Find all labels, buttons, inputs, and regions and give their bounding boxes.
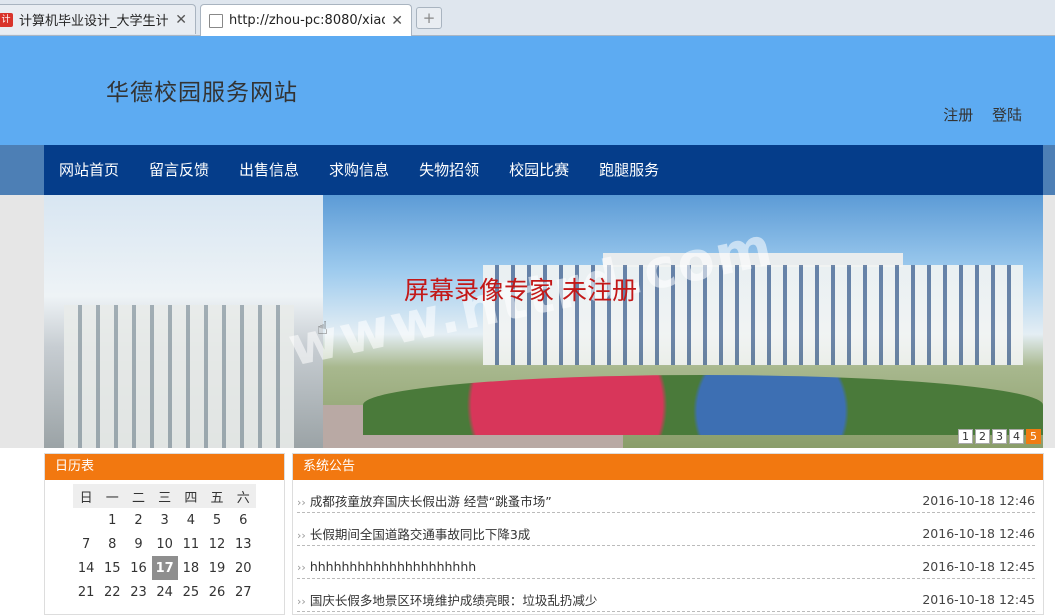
calendar-day[interactable]: 4 <box>178 508 204 532</box>
notice-date: 2016-10-18 12:45 <box>922 558 1035 574</box>
weekday-label: 一 <box>99 484 126 508</box>
pager-button-5[interactable]: 5 <box>1026 429 1041 444</box>
calendar-day[interactable]: 27 <box>230 580 256 604</box>
building-image <box>64 305 294 448</box>
notice-link[interactable]: hhhhhhhhhhhhhhhhhhhhh <box>297 559 476 574</box>
nav-item-lost-found[interactable]: 失物招领 <box>404 145 494 195</box>
red-page-icon: 计 <box>0 12 13 27</box>
calendar-day[interactable]: 6 <box>230 508 256 532</box>
tab-title: http://zhou-pc:8080/xiaofu/i <box>229 13 385 28</box>
browser-tab-1[interactable]: 计 计算机毕业设计_大学生计算机 ✕ <box>0 4 196 34</box>
weekday-label: 二 <box>125 484 152 508</box>
calendar-table: 日 一 二 三 四 五 六 1 2 3 4 5 6 7 8 9 10 11 12… <box>73 484 257 604</box>
calendar-day[interactable]: 10 <box>152 532 178 556</box>
site-header: 华德校园服务网站 注册 登陆 <box>0 36 1055 145</box>
calendar-day[interactable]: 22 <box>99 580 125 604</box>
calendar-day[interactable]: 19 <box>204 556 230 580</box>
calendar-day[interactable]: 16 <box>125 556 151 580</box>
list-item[interactable]: 成都孩童放弃国庆长假出游 经营“跳蚤市场” 2016-10-18 12:46 <box>297 480 1035 513</box>
login-link[interactable]: 登陆 <box>992 106 1022 124</box>
nav-item-home[interactable]: 网站首页 <box>44 145 134 195</box>
calendar-day[interactable]: 7 <box>73 532 99 556</box>
calendar-panel: 日历表 日 一 二 三 四 五 六 1 2 3 4 5 6 7 8 9 10 1… <box>44 453 285 615</box>
notice-link[interactable]: 长假期间全国道路交通事故同比下降3成 <box>297 524 530 543</box>
calendar-day[interactable]: 24 <box>152 580 178 604</box>
list-item[interactable]: hhhhhhhhhhhhhhhhhhhhh 2016-10-18 12:45 <box>297 546 1035 579</box>
notice-date: 2016-10-18 12:46 <box>922 492 1035 508</box>
calendar-day[interactable]: 5 <box>204 508 230 532</box>
calendar-day-today[interactable]: 17 <box>151 556 178 580</box>
calendar-day[interactable]: 25 <box>178 580 204 604</box>
hand-cursor-icon: ☝ <box>317 318 328 339</box>
nav-bar-wrap: 网站首页 留言反馈 出售信息 求购信息 失物招领 校园比赛 跑腿服务 <box>0 145 1055 195</box>
notice-link[interactable]: 成都孩童放弃国庆长假出游 经营“跳蚤市场” <box>297 491 552 510</box>
list-item[interactable]: 国庆长假多地景区环境维护成绩亮眼：垃圾乱扔减少 2016-10-18 12:45 <box>297 579 1035 612</box>
notice-title: 系统公告 <box>293 454 1043 480</box>
main-nav: 网站首页 留言反馈 出售信息 求购信息 失物招领 校园比赛 跑腿服务 <box>44 145 1043 195</box>
list-item[interactable]: 长假期间全国道路交通事故同比下降3成 2016-10-18 12:46 <box>297 513 1035 546</box>
calendar-day[interactable]: 15 <box>99 556 125 580</box>
notice-date: 2016-10-18 12:45 <box>922 591 1035 607</box>
notice-date: 2016-10-18 12:46 <box>922 525 1035 541</box>
calendar-day[interactable]: 21 <box>73 580 99 604</box>
close-icon[interactable]: ✕ <box>391 13 403 29</box>
notice-list: 成都孩童放弃国庆长假出游 经营“跳蚤市场” 2016-10-18 12:46 长… <box>293 480 1043 612</box>
calendar-day[interactable]: 3 <box>152 508 178 532</box>
browser-tab-strip: 计 计算机毕业设计_大学生计算机 ✕ http://zhou-pc:8080/x… <box>0 0 1055 36</box>
weekday-label: 六 <box>230 484 257 508</box>
pager-button-1[interactable]: 1 <box>958 429 973 444</box>
calendar-day[interactable]: 1 <box>99 508 125 532</box>
flowerbed-image <box>363 375 1043 435</box>
calendar-day[interactable]: 11 <box>178 532 204 556</box>
nav-item-errands[interactable]: 跑腿服务 <box>584 145 674 195</box>
register-link[interactable]: 注册 <box>943 106 973 124</box>
site-title: 华德校园服务网站 <box>106 80 298 106</box>
close-icon[interactable]: ✕ <box>175 12 187 28</box>
campus-photo-left <box>44 195 323 448</box>
tab-title: 计算机毕业设计_大学生计算机 <box>19 14 169 29</box>
new-tab-button[interactable]: + <box>416 7 442 29</box>
nav-item-feedback[interactable]: 留言反馈 <box>134 145 224 195</box>
pager-button-4[interactable]: 4 <box>1009 429 1024 444</box>
calendar-day[interactable]: 8 <box>99 532 125 556</box>
calendar-day[interactable]: 26 <box>204 580 230 604</box>
auth-links: 注册 登陆 <box>929 104 1022 125</box>
calendar-day[interactable]: 20 <box>230 556 256 580</box>
calendar-day[interactable]: 9 <box>125 532 151 556</box>
calendar-day <box>73 508 99 532</box>
browser-tab-2[interactable]: http://zhou-pc:8080/xiaofu/i ✕ <box>200 4 412 36</box>
page-icon <box>209 13 223 28</box>
calendar-day[interactable]: 18 <box>178 556 204 580</box>
weekday-label: 五 <box>203 484 231 508</box>
weekday-label: 四 <box>177 484 204 508</box>
banner-pager: 1 2 3 4 5 <box>958 429 1041 444</box>
pager-button-3[interactable]: 3 <box>992 429 1007 444</box>
banner-slider[interactable]: www.httrd.com 屏幕录像专家 未注册 ☝ 1 2 3 4 5 <box>44 195 1043 448</box>
calendar-title: 日历表 <box>45 454 284 480</box>
banner-wrap: www.httrd.com 屏幕录像专家 未注册 ☝ 1 2 3 4 5 <box>0 195 1055 448</box>
calendar-day[interactable]: 2 <box>125 508 151 532</box>
nav-item-contests[interactable]: 校园比赛 <box>494 145 584 195</box>
notice-panel: 系统公告 成都孩童放弃国庆长假出游 经营“跳蚤市场” 2016-10-18 12… <box>292 453 1044 615</box>
nav-item-selling[interactable]: 出售信息 <box>224 145 314 195</box>
notice-link[interactable]: 国庆长假多地景区环境维护成绩亮眼：垃圾乱扔减少 <box>297 590 598 609</box>
watermark-recorder: 屏幕录像专家 未注册 <box>404 276 637 305</box>
nav-item-buying[interactable]: 求购信息 <box>314 145 404 195</box>
calendar-day[interactable]: 14 <box>73 556 99 580</box>
calendar-day[interactable]: 23 <box>125 580 151 604</box>
pager-button-2[interactable]: 2 <box>975 429 990 444</box>
calendar-day[interactable]: 13 <box>230 532 256 556</box>
weekday-label: 三 <box>151 484 178 508</box>
calendar-day[interactable]: 12 <box>204 532 230 556</box>
weekday-label: 日 <box>73 484 100 508</box>
